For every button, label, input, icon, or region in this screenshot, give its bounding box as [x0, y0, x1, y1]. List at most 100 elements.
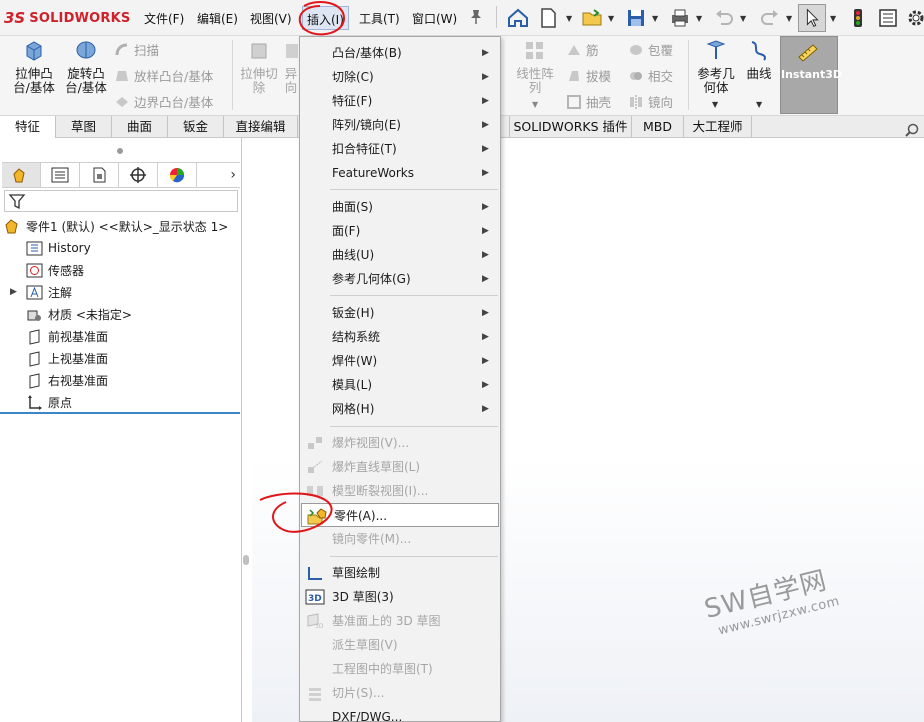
intersect-button[interactable]: 相交 [628, 66, 673, 85]
menu-item-slice[interactable]: 切片(S)... [300, 681, 500, 705]
boundary-boss-button[interactable]: 边界凸台/基体 [114, 92, 213, 111]
traffic-light-icon[interactable] [846, 6, 870, 30]
extrude-cut-label: 拉伸切 除 [240, 66, 278, 95]
property-manager-tab[interactable] [41, 163, 80, 187]
menu-insert[interactable]: 插入(I) [302, 6, 349, 30]
tree-item-top-plane[interactable]: 上视基准面 [26, 348, 108, 368]
linear-pattern-icon [526, 42, 543, 59]
home-icon[interactable] [506, 6, 530, 30]
tree-root-part[interactable]: 零件1 (默认) <<默认>_显示状态 1> [4, 216, 228, 236]
tab-surfaces[interactable]: 曲面 [112, 116, 168, 138]
menu-item-3d-sketch[interactable]: 3D 3D 草图(3) [300, 585, 500, 609]
extrude-cut-button[interactable]: 拉伸切 除 [238, 38, 280, 95]
feature-manager-tab[interactable] [2, 163, 41, 187]
menu-item-curve[interactable]: 曲线(U) ▶ [300, 243, 500, 267]
tab-solidworks-addins[interactable]: SOLIDWORKS 插件 [510, 116, 632, 138]
tab-big-engineer[interactable]: 大工程师 [684, 116, 752, 138]
menu-item-part[interactable]: 零件(A)... [301, 503, 499, 527]
draft-button[interactable]: 拔模 [566, 66, 611, 85]
menu-item-boss-base[interactable]: 凸台/基体(B) ▶ [300, 41, 500, 65]
menu-view[interactable]: 视图(V) [250, 10, 292, 27]
menu-item-face[interactable]: 面(F) ▶ [300, 219, 500, 243]
menu-item-derived-sketch[interactable]: 派生草图(V) [300, 633, 500, 657]
menu-item-pattern-mirror[interactable]: 阵列/镜向(E) ▶ [300, 113, 500, 137]
redo-icon[interactable] [758, 6, 782, 30]
settings-gear-icon[interactable] [904, 6, 924, 30]
menu-item-mesh[interactable]: 网格(H) ▶ [300, 397, 500, 421]
hole-wizard-button[interactable]: 异 向 [284, 38, 298, 95]
tab-features[interactable]: 特征 [0, 116, 56, 138]
reference-geometry-button[interactable]: 参考几 何体 [694, 38, 738, 95]
menu-item-label: 工程图中的草图(T) [332, 662, 433, 676]
menu-item-sketch-from-drawing[interactable]: 工程图中的草图(T) [300, 657, 500, 681]
menu-item-weldments[interactable]: 焊件(W) ▶ [300, 349, 500, 373]
menu-item-sketch[interactable]: 草图绘制 [300, 561, 500, 585]
tree-item-material[interactable]: 材质 <未指定> [26, 304, 132, 324]
properties-icon[interactable] [876, 6, 900, 30]
undo-icon[interactable] [712, 6, 736, 30]
splitter-grip[interactable] [243, 555, 249, 565]
loft-button[interactable]: 放样凸台/基体 [114, 66, 213, 85]
menu-item-cut[interactable]: 切除(C) ▶ [300, 65, 500, 89]
menu-item-exploded-view[interactable]: 爆炸视图(V)... [300, 431, 500, 455]
save-icon[interactable] [624, 6, 648, 30]
extrude-boss-button[interactable]: 拉伸凸 台/基体 [10, 38, 58, 95]
menu-item-explode-line-sketch[interactable]: 爆炸直线草图(L) [300, 455, 500, 479]
new-document-icon[interactable] [536, 6, 560, 30]
sweep-button[interactable]: 扫描 [114, 40, 159, 59]
menu-item-dxf-dwg[interactable]: DXF/DWG... [300, 705, 500, 722]
curves-icon [751, 41, 766, 61]
menu-item-3d-sketch-on-plane[interactable]: 3D 基准面上的 3D 草图 [300, 609, 500, 633]
tree-item-annotations[interactable]: ▶ 注解 [10, 282, 72, 302]
extrude-boss-icon [26, 41, 42, 61]
tree-rollback-bar[interactable] [0, 412, 240, 414]
tree-item-front-plane[interactable]: 前视基准面 [26, 326, 108, 346]
select-cursor-icon[interactable] [798, 4, 826, 32]
tree-filter-input[interactable] [4, 190, 238, 212]
menu-item-molds[interactable]: 模具(L) ▶ [300, 373, 500, 397]
wrap-icon [630, 44, 642, 55]
menu-edit[interactable]: 编辑(E) [197, 10, 238, 27]
menu-item-reference-geometry[interactable]: 参考几何体(G) ▶ [300, 267, 500, 291]
pane-handle[interactable] [117, 148, 123, 154]
menu-item-model-break-view[interactable]: 模型断裂视图(I)... [300, 479, 500, 503]
shell-button[interactable]: 抽壳 [566, 92, 611, 111]
tab-direct-editing[interactable]: 直接编辑 [224, 116, 298, 138]
menu-item-featureworks[interactable]: FeatureWorks ▶ [300, 161, 500, 185]
menu-item-mirror-part[interactable]: 镜向零件(M)... [300, 527, 500, 551]
tab-mbd[interactable]: MBD [632, 116, 684, 138]
sweep-icon [115, 43, 128, 55]
expand-arrow-icon[interactable]: ▶ [10, 287, 17, 297]
menu-window[interactable]: 窗口(W) [412, 10, 457, 27]
revolve-boss-button[interactable]: 旋转凸 台/基体 [62, 38, 110, 95]
pin-icon[interactable] [469, 9, 483, 25]
menu-item-structure-system[interactable]: 结构系统 ▶ [300, 325, 500, 349]
zoom-search-icon[interactable] [904, 123, 920, 139]
more-tabs-chevron-icon[interactable]: › [230, 167, 236, 183]
menu-item-fastening-features[interactable]: 扣合特征(T) ▶ [300, 137, 500, 161]
dimxpert-tab[interactable] [119, 163, 158, 187]
instant3d-button[interactable]: Instant3D [780, 36, 842, 114]
menu-item-sheet-metal[interactable]: 钣金(H) ▶ [300, 301, 500, 325]
tree-item-origin[interactable]: 原点 [26, 392, 72, 412]
print-icon[interactable] [668, 6, 692, 30]
menu-item-features[interactable]: 特征(F) ▶ [300, 89, 500, 113]
tree-item-right-plane[interactable]: 右视基准面 [26, 370, 108, 390]
menu-item-surface[interactable]: 曲面(S) ▶ [300, 195, 500, 219]
tree-item-history[interactable]: History [26, 238, 91, 258]
menu-tools[interactable]: 工具(T) [359, 10, 400, 27]
wrap-button[interactable]: 包覆 [628, 40, 673, 59]
curves-button[interactable]: 曲线 [742, 38, 776, 81]
menu-file[interactable]: 文件(F) [144, 10, 184, 27]
tab-sheet-metal[interactable]: 钣金 [168, 116, 224, 138]
pane-splitter[interactable] [242, 138, 252, 722]
configuration-manager-tab[interactable] [80, 163, 119, 187]
rib-button[interactable]: 筋 [566, 40, 599, 59]
open-folder-icon[interactable] [580, 6, 604, 30]
menu-item-label: 爆炸视图(V)... [332, 436, 410, 450]
display-manager-tab[interactable] [158, 163, 197, 187]
tab-sketch[interactable]: 草图 [56, 116, 112, 138]
tree-item-sensors[interactable]: 传感器 [26, 260, 84, 280]
linear-pattern-button[interactable]: 线性阵 列 [512, 38, 558, 95]
mirror-button[interactable]: 镜向 [628, 92, 673, 111]
